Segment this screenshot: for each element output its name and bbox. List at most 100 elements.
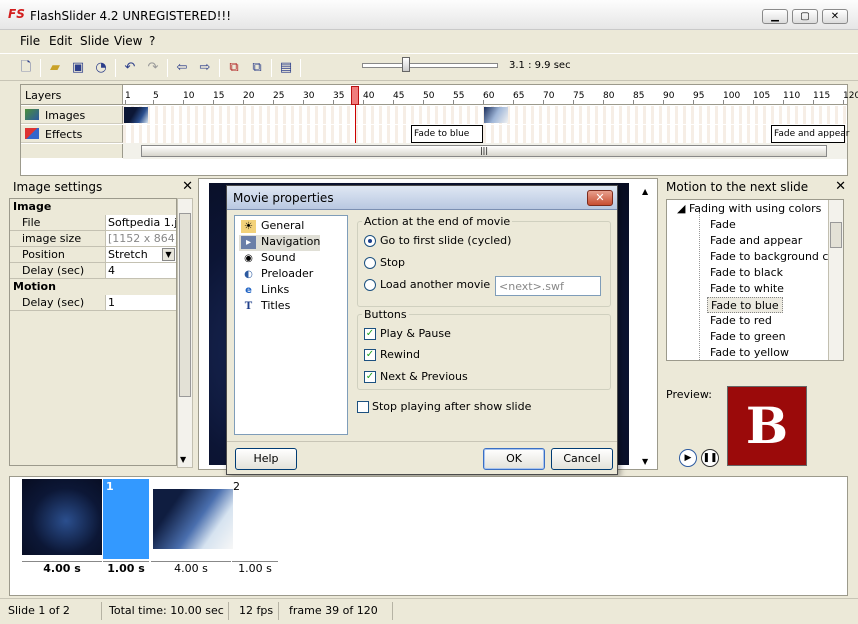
close-icon[interactable]: ✕ [835, 179, 846, 194]
motion-item[interactable]: Fade and appear [710, 234, 802, 250]
menu-slide[interactable]: Slide [80, 34, 109, 48]
slide-duration[interactable]: 4.00 s [151, 561, 231, 575]
prop-image-size[interactable]: image size [1152 x 864] [10, 231, 176, 247]
effect-block[interactable]: Fade and appear [771, 125, 849, 143]
layer-effects[interactable]: Effects [21, 125, 123, 143]
motion-item[interactable]: Fade to yellow [710, 346, 789, 360]
close-icon[interactable]: ✕ [182, 179, 193, 194]
slide-duration[interactable]: 4.00 s [22, 561, 102, 575]
add-frames-icon[interactable]: ⧉ [224, 58, 244, 78]
nav-sound[interactable]: ◉ Sound [239, 251, 296, 267]
layer-images[interactable]: Images [21, 106, 123, 124]
publish-icon[interactable]: ◔ [91, 58, 111, 78]
ruler-tick [453, 100, 454, 104]
checkbox-play-pause[interactable]: ✓ [364, 328, 376, 340]
image-layer-icon [25, 109, 39, 120]
effect-block[interactable]: Fade to blue [411, 125, 483, 143]
save-icon[interactable]: ▣ [68, 58, 88, 78]
group-image[interactable]: Image [10, 199, 176, 215]
ruler-tick-label: 45 [393, 91, 405, 101]
frame-ruler[interactable]: 1 5 10 15 20 25 30 35 40 45 50 55 60 65 70 75 80 85 90 95 10… [123, 85, 858, 105]
next-movie-input[interactable]: <next>.swf [495, 276, 601, 296]
preview-pause-button[interactable]: ❚❚ [701, 449, 719, 467]
scroll-up-icon[interactable]: ▲ [642, 187, 648, 196]
undo-icon[interactable]: ↶ [120, 58, 140, 78]
nav-general[interactable]: ☀ General [239, 219, 304, 235]
menu-file[interactable]: File [20, 34, 40, 48]
motion-scrollbar[interactable] [828, 200, 843, 360]
slide-thumbnail[interactable] [22, 479, 102, 555]
motion-item[interactable]: Fade to green [710, 330, 786, 346]
collapse-icon[interactable]: ◢ [677, 202, 689, 215]
checkbox-next-previous[interactable]: ✓ [364, 371, 376, 383]
dropdown-arrow-icon[interactable]: ▼ [162, 248, 175, 261]
move-left-icon[interactable]: ⇦ [172, 58, 192, 78]
minimize-button[interactable]: ▁ [762, 9, 788, 24]
nav-titles[interactable]: T Titles [239, 299, 291, 315]
scrollbar-thumb[interactable]: ||| [141, 145, 827, 157]
properties-icon[interactable]: ▤ [276, 58, 296, 78]
motion-duration[interactable]: 1.00 s [232, 561, 278, 575]
group-motion[interactable]: Motion [10, 279, 176, 295]
menu-edit[interactable]: Edit [49, 34, 72, 48]
dialog-close-icon[interactable]: ✕ [587, 190, 613, 206]
scrollbar-thumb[interactable] [830, 222, 842, 248]
playhead-line [355, 105, 356, 143]
ruler-tick [693, 100, 694, 104]
ruler-tick [513, 100, 514, 104]
motion-item[interactable]: Fade to red [710, 314, 772, 330]
checkbox-rewind[interactable]: ✓ [364, 349, 376, 361]
radio-first-slide[interactable] [364, 235, 376, 247]
menu-view[interactable]: View [114, 34, 142, 48]
checkbox-stop-playing[interactable] [357, 401, 369, 413]
ruler-tick-label: 120 [843, 91, 858, 101]
timeline-scrollbar[interactable]: ||| [123, 143, 847, 159]
nav-links[interactable]: e Links [239, 283, 289, 299]
motion-duration[interactable]: 1.00 s [103, 561, 149, 575]
move-right-icon[interactable]: ⇨ [195, 58, 215, 78]
cancel-button[interactable]: Cancel [551, 448, 613, 470]
effects-track[interactable]: Fade to blue Fade and appear [123, 125, 849, 143]
nav-navigation[interactable]: ▸ Navigation [239, 235, 321, 251]
scrollbar-thumb[interactable] [179, 213, 191, 397]
preloader-icon: ◐ [244, 269, 253, 280]
new-file-icon[interactable]: 🗋 [16, 58, 36, 78]
slide-thumbnail[interactable] [153, 489, 233, 549]
nav-preloader[interactable]: ◐ Preloader [239, 267, 313, 283]
scroll-down-icon[interactable]: ▼ [180, 455, 186, 464]
motion-item[interactable]: Fade to black [710, 266, 783, 282]
motion-transition-1[interactable]: 1 [103, 479, 149, 559]
motion-tree: ◢ Fading with using colors Fade Fade and… [666, 199, 844, 361]
prop-delay[interactable]: Delay (sec) 4 [10, 263, 176, 279]
settings-scrollbar[interactable]: ▼ [177, 198, 193, 468]
scroll-down-icon[interactable]: ▼ [642, 457, 648, 466]
motion-item[interactable]: Fade [710, 218, 736, 234]
menu-bar: File Edit Slide View ? [0, 31, 858, 51]
prop-motion-delay[interactable]: Delay (sec) 1 [10, 295, 176, 311]
motion-item[interactable]: Fade to white [710, 282, 784, 298]
prop-file[interactable]: FileSoftpedia 1.jpg [10, 215, 176, 231]
property-grid: Image FileSoftpedia 1.jpg image size[115… [9, 198, 177, 466]
slide-1-track-thumb [124, 107, 148, 123]
motion-item-selected[interactable]: Fade to blue [707, 297, 783, 313]
close-button[interactable]: ✕ [822, 9, 848, 24]
slider-thumb[interactable] [402, 57, 410, 72]
images-track[interactable] [123, 106, 847, 124]
remove-frames-icon[interactable]: ⧉ [247, 58, 267, 78]
preview-play-button[interactable]: ▶ [679, 449, 697, 467]
ruler-tick [813, 100, 814, 104]
radio-stop[interactable] [364, 257, 376, 269]
open-folder-icon[interactable]: ▰ [45, 58, 65, 78]
help-button[interactable]: Help [235, 448, 297, 470]
prop-position[interactable]: Position Stretch ▼ [10, 247, 176, 263]
menu-help[interactable]: ? [149, 34, 155, 48]
group-title: Action at the end of movie [362, 215, 513, 228]
redo-icon[interactable]: ↷ [143, 58, 163, 78]
radio-load-movie[interactable] [364, 279, 376, 291]
timeline-zoom-slider[interactable] [362, 63, 498, 68]
ok-button[interactable]: OK [483, 448, 545, 470]
motion-item[interactable]: Fade to background color [710, 250, 843, 266]
navigation-icon: ▸ [241, 236, 256, 249]
playhead[interactable] [351, 86, 359, 105]
maximize-button[interactable]: ▢ [792, 9, 818, 24]
